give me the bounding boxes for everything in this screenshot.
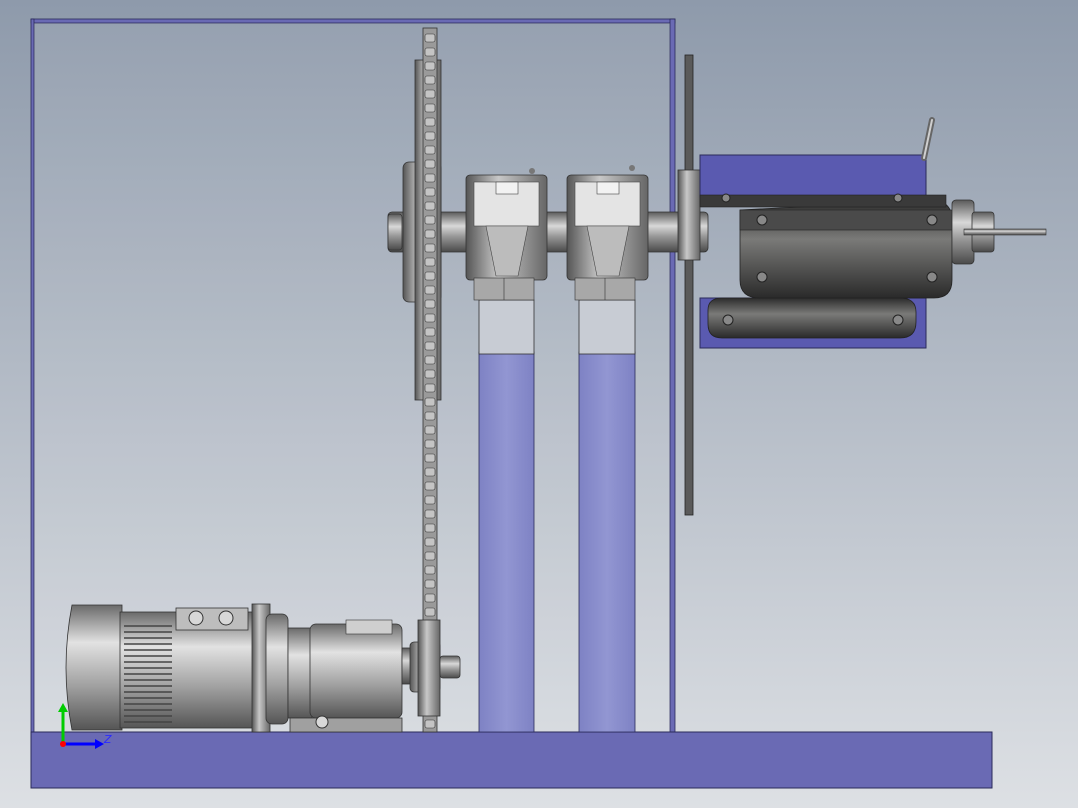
chain-link	[424, 61, 436, 71]
chain-link	[424, 229, 436, 239]
chain-link	[424, 551, 436, 561]
chain-link	[424, 47, 436, 57]
chain-link	[424, 257, 436, 267]
chain-link	[424, 439, 436, 449]
chain-link	[424, 117, 436, 127]
chain-link	[424, 89, 436, 99]
chain-link	[424, 537, 436, 547]
triad-origin	[60, 741, 66, 747]
assembly-drawing: Z	[0, 0, 1078, 808]
chain-link	[424, 383, 436, 393]
chain-link	[424, 369, 436, 379]
chain-link	[424, 355, 436, 365]
chain-link	[424, 481, 436, 491]
chain-link	[424, 299, 436, 309]
chain-link	[424, 719, 436, 729]
chain-link	[424, 565, 436, 575]
chain-link	[424, 313, 436, 323]
chain-link	[424, 201, 436, 211]
chain-link	[424, 425, 436, 435]
chain-link	[424, 397, 436, 407]
chain-link	[424, 523, 436, 533]
cad-viewport[interactable]: Z	[0, 0, 1078, 808]
chain-link	[424, 145, 436, 155]
chain-link	[424, 103, 436, 113]
chain-link	[424, 33, 436, 43]
spindle-pin	[963, 228, 1047, 236]
bearing-block-right	[566, 165, 649, 301]
chain-link	[424, 509, 436, 519]
chain-link	[424, 593, 436, 603]
chain-link	[424, 75, 436, 85]
triad-z-label: Z	[103, 733, 112, 746]
chain-link	[424, 271, 436, 281]
chain-link	[424, 187, 436, 197]
chain-link	[424, 243, 436, 253]
chain-link	[424, 607, 436, 617]
chain-link	[424, 159, 436, 169]
base-plate	[30, 731, 993, 789]
chain-link	[424, 341, 436, 351]
chain-link	[424, 285, 436, 295]
chain-link	[424, 495, 436, 505]
bearing-block-left	[465, 168, 548, 301]
chain-link	[424, 453, 436, 463]
chain-link	[424, 173, 436, 183]
chain-link	[424, 215, 436, 225]
drive-motor	[65, 603, 289, 733]
chain-link	[424, 327, 436, 337]
chain-link	[424, 467, 436, 477]
chain-link	[424, 411, 436, 421]
chain-link	[424, 131, 436, 141]
chain-link	[424, 579, 436, 589]
